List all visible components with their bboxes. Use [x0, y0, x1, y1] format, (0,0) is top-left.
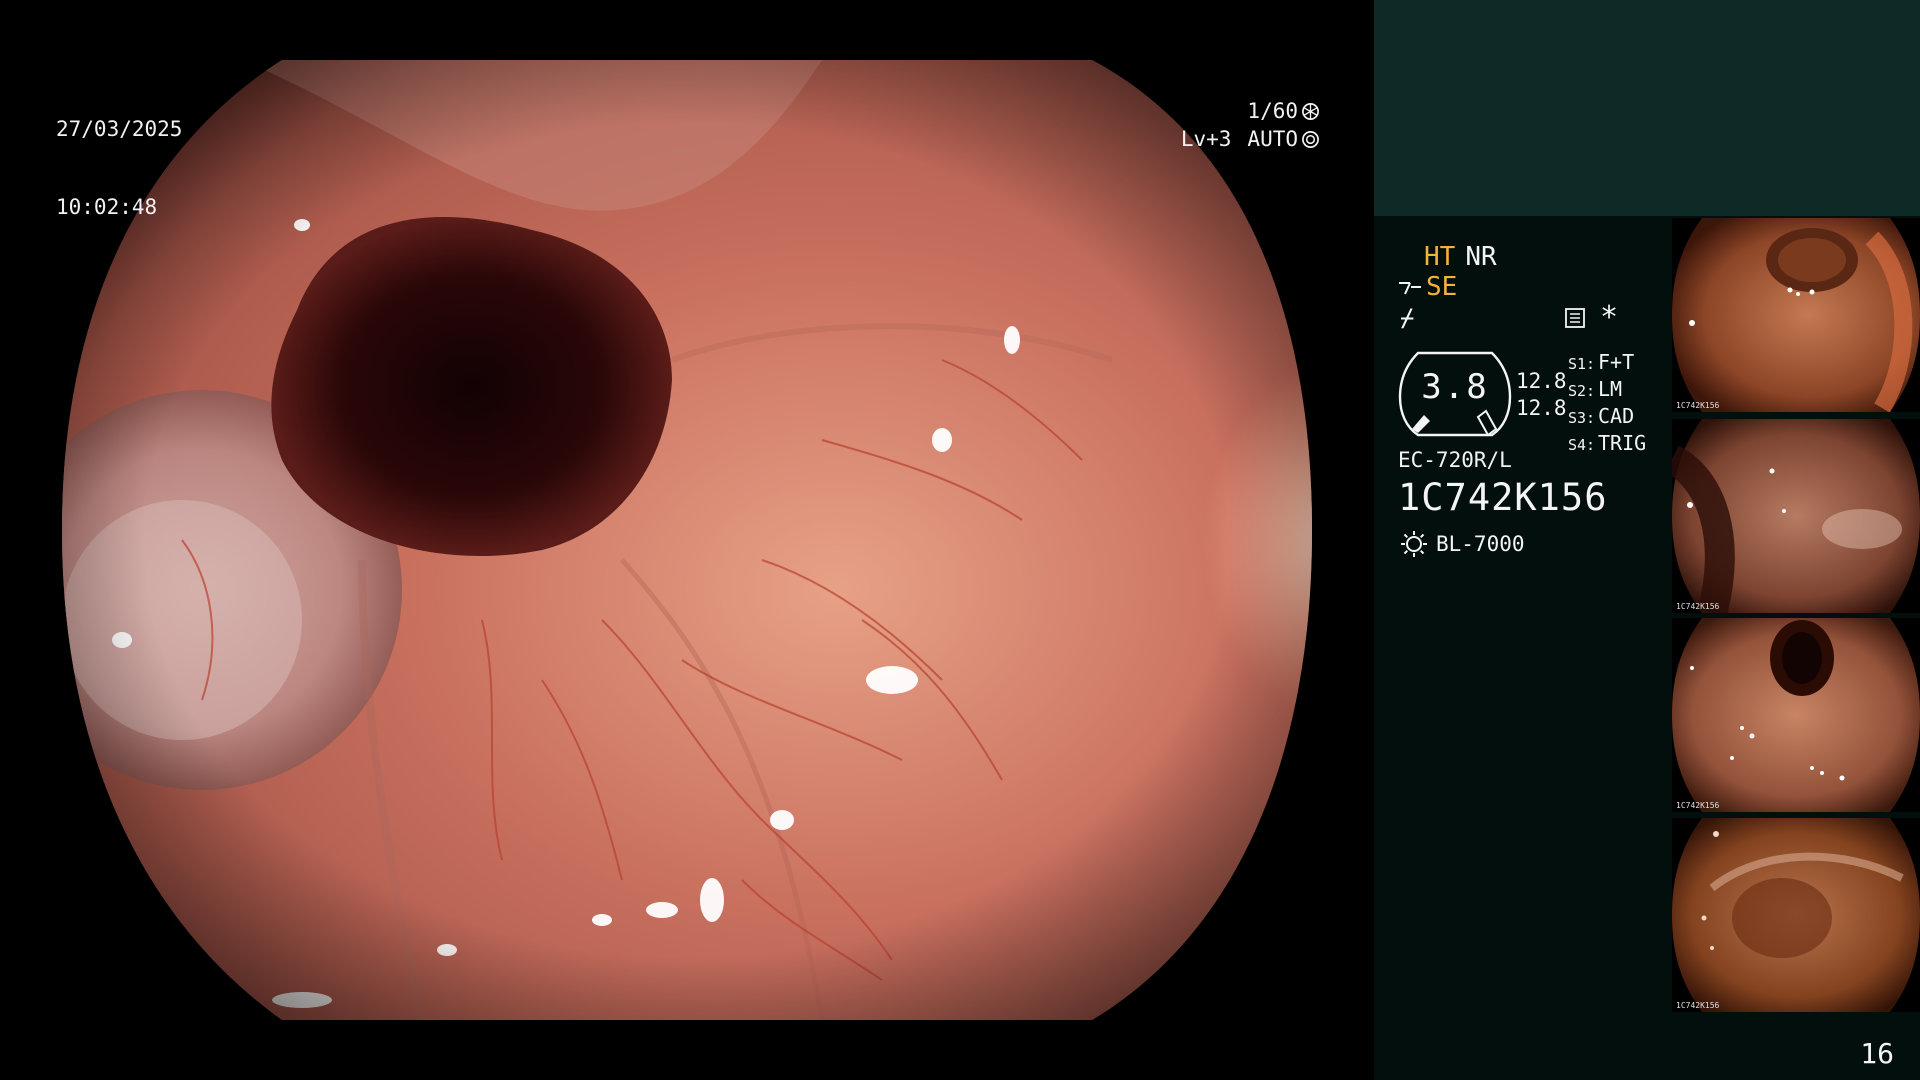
- thumbnail-image: [1672, 818, 1920, 1012]
- preset-value: CAD: [1598, 404, 1635, 428]
- preset-value: TRIG: [1598, 431, 1647, 455]
- osd-shutter-speed: 1/60: [1247, 99, 1298, 123]
- preset-s3: S3: CAD: [1568, 404, 1646, 431]
- osd-date: 27/03/2025: [56, 117, 183, 141]
- reading-2: 12.8: [1516, 396, 1567, 420]
- thumbnail-serial: 1C742K156: [1676, 602, 1720, 611]
- osd-exposure-block: 1/60 Lv+3 AUTO: [1150, 97, 1320, 153]
- gauge-readings: 12.8 12.8: [1516, 368, 1567, 422]
- nr-indicator: NR: [1465, 242, 1497, 272]
- preset-s4: S4: TRIG: [1568, 431, 1646, 458]
- thumbnail-serial: 1C742K156: [1676, 801, 1720, 810]
- capture-thumbnail-4[interactable]: 1C742K156: [1672, 818, 1920, 1012]
- osd-iris-line: Lv+3 AUTO: [1150, 125, 1320, 153]
- preset-s1: S1: F+T: [1568, 350, 1646, 377]
- preset-key: S1:: [1568, 355, 1596, 373]
- preset-s2: S2: LM: [1568, 377, 1646, 404]
- se-row: SE: [1398, 272, 1457, 302]
- image-mode-row: HT NR: [1424, 242, 1507, 272]
- shutter-icon: [1302, 102, 1319, 120]
- enhancement-symbol: ⌿: [1400, 304, 1415, 332]
- thumbnail-serial: 1C742K156: [1676, 401, 1720, 410]
- endoscopic-video-view: [62, 60, 1312, 1020]
- preset-key: S4:: [1568, 436, 1596, 454]
- osd-datetime: 27/03/2025 10:02:48: [56, 64, 182, 272]
- page-number: 16: [1860, 1037, 1894, 1070]
- structure-enhancement-icon: [1399, 282, 1421, 295]
- capture-thumbnail-1[interactable]: 1C742K156: [1672, 218, 1920, 412]
- gauge-value: 3.8: [1421, 367, 1489, 407]
- scope-model: EC-720R/L: [1398, 448, 1512, 472]
- osd-shutter-line: 1/60: [1150, 97, 1320, 125]
- scope-serial: 1C742K156: [1398, 476, 1608, 519]
- preset-value: LM: [1598, 377, 1623, 401]
- light-source-model: BL-7000: [1436, 532, 1525, 556]
- osd-time: 10:02:48: [56, 195, 158, 219]
- menu-list-icon[interactable]: [1564, 307, 1586, 329]
- asterisk-icon: *: [1600, 300, 1619, 335]
- light-source-row: BL-7000: [1400, 530, 1525, 558]
- endoscope-monitor-screen: 27/03/2025 10:02:48 1/60 Lv+3 AUTO HT NR: [0, 0, 1920, 1080]
- preset-key: S2:: [1568, 382, 1596, 400]
- thumbnail-serial: 1C742K156: [1676, 1001, 1720, 1010]
- osd-iris-mode: AUTO: [1247, 127, 1298, 151]
- thumbnail-image: [1672, 419, 1920, 613]
- iris-icon: [1302, 130, 1319, 148]
- thumbnail-image: [1672, 618, 1920, 812]
- preset-value: F+T: [1598, 350, 1635, 374]
- light-source-icon: [1401, 531, 1427, 557]
- thumbnail-image: [1672, 218, 1920, 412]
- endoscopic-image: [62, 60, 1312, 1020]
- reading-1: 12.8: [1516, 369, 1567, 393]
- ht-indicator: HT: [1424, 242, 1456, 272]
- misc-icon-row: *: [1564, 300, 1619, 335]
- preset-key: S3:: [1568, 409, 1596, 427]
- se-indicator: SE: [1426, 272, 1458, 302]
- switch-presets: S1: F+T S2: LM S3: CAD S4: TRIG: [1568, 350, 1646, 458]
- capture-thumbnail-2[interactable]: 1C742K156: [1672, 419, 1920, 613]
- top-status-panel: [1374, 0, 1920, 216]
- gauge-widget: 3.8: [1398, 349, 1512, 439]
- capture-thumbnail-3[interactable]: 1C742K156: [1672, 618, 1920, 812]
- osd-level: Lv+3: [1180, 127, 1232, 151]
